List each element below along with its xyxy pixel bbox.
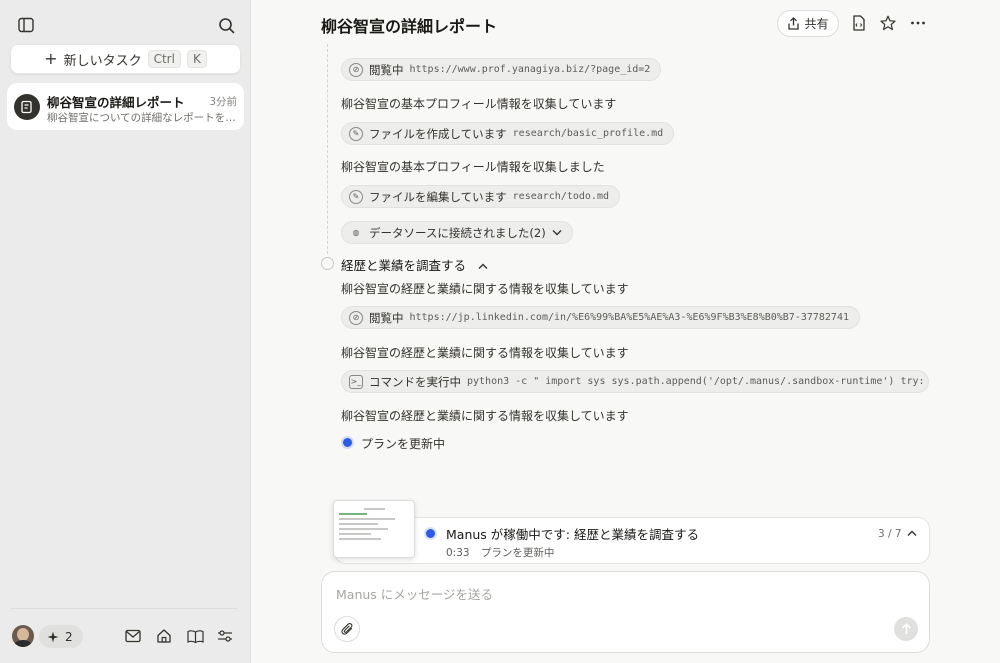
file-action: ファイルを作成しています	[369, 126, 507, 141]
task-title: 柳谷智宣の詳細レポート	[47, 95, 185, 110]
chevron-up-icon	[478, 263, 488, 269]
terminal-icon: >_	[349, 374, 363, 389]
mail-icon[interactable]	[122, 625, 144, 647]
active-status-dot	[343, 438, 352, 447]
browse-url: https://www.prof.yanagiya.biz/?page_id=2	[409, 64, 651, 75]
progress-line: 柳谷智宣の基本プロフィール情報を収集しています	[341, 97, 617, 111]
search-icon[interactable]	[214, 13, 238, 37]
browse-action-pill[interactable]: ⊘ 閲覧中 https://www.prof.yanagiya.biz/?pag…	[341, 58, 662, 81]
chevron-down-icon	[552, 230, 562, 236]
plus-icon: +	[44, 49, 58, 68]
shortcut-ctrl: Ctrl	[147, 50, 181, 68]
task-icon	[14, 94, 40, 120]
send-button[interactable]	[894, 617, 918, 641]
attach-button[interactable]	[334, 616, 360, 642]
progress-line: 柳谷智宣の経歴と業績に関する情報を収集しています	[341, 409, 629, 423]
task-subtitle: 柳谷智宣についての詳細なレポートを作...	[47, 112, 237, 124]
file-action-pill[interactable]: ✎ ファイルを編集しています research/todo.md	[341, 185, 620, 208]
book-icon[interactable]	[184, 625, 206, 647]
datasource-pill[interactable]: ◍ データソースに接続されました(2)	[341, 221, 573, 244]
settings-sliders-icon[interactable]	[214, 625, 236, 647]
home-icon[interactable]	[153, 625, 175, 647]
avatar[interactable]	[12, 625, 34, 647]
star-icon[interactable]	[877, 12, 899, 34]
message-composer	[321, 571, 930, 653]
file-path: research/todo.md	[512, 191, 609, 202]
step-header[interactable]: 経歴と業績を調査する	[341, 255, 488, 274]
elapsed-time: 0:33	[446, 547, 470, 559]
browse-action: 閲覧中	[369, 310, 404, 325]
status-subline: 0:33 プランを更新中	[446, 545, 554, 560]
progress-line: 柳谷智宣の経歴と業績に関する情報を収集しています	[341, 346, 629, 360]
chevron-up-icon[interactable]	[907, 530, 917, 537]
arrow-up-icon	[901, 623, 911, 634]
step-counter: 3 / 7	[878, 528, 902, 540]
step-timeline	[327, 44, 328, 254]
main-panel: 柳谷智宣の詳細レポート 共有 ⊘ 閲覧中 https://www.prof.ya…	[251, 0, 1000, 663]
compass-icon: ⊘	[349, 62, 363, 77]
share-label: 共有	[804, 17, 829, 31]
sparkle-icon	[47, 631, 59, 642]
shortcut-key: K	[186, 50, 207, 68]
status-title: Manus が稼働中です: 経歴と業績を調査する	[446, 527, 699, 542]
file-path: research/basic_profile.md	[512, 128, 664, 139]
datasource-icon: ◍	[352, 228, 360, 237]
edit-icon: ✎	[349, 189, 363, 204]
document-icon[interactable]	[847, 12, 869, 34]
status-sub: プランを更新中	[480, 547, 555, 559]
progress-line: 柳谷智宣の基本プロフィール情報を収集しました	[341, 160, 605, 174]
file-action: ファイルを編集しています	[369, 189, 507, 204]
command-action-pill[interactable]: >_ コマンドを実行中 python3 -c " import sys sys.…	[341, 370, 929, 393]
command-text: python3 -c " import sys sys.path.append(…	[467, 376, 929, 387]
computer-preview-thumbnail[interactable]	[333, 500, 415, 558]
file-action-pill[interactable]: ✎ ファイルを作成しています research/basic_profile.md	[341, 122, 675, 145]
credits-badge[interactable]: 2	[39, 625, 83, 648]
browse-url: https://jp.linkedin.com/in/%E6%99%BA%E5%…	[409, 312, 850, 323]
paperclip-icon	[340, 622, 352, 635]
datasource-label: データソースに接続されました(2)	[369, 225, 546, 240]
message-input[interactable]	[336, 584, 896, 604]
command-action: コマンドを実行中	[369, 374, 461, 389]
progress-line: 柳谷智宣の経歴と業績に関する情報を収集しています	[341, 282, 629, 296]
step-status-circle	[321, 257, 334, 270]
task-time: 3分前	[209, 96, 237, 108]
share-icon	[788, 17, 800, 30]
updating-label: プランを更新中	[361, 437, 446, 451]
status-running-dot	[426, 529, 435, 538]
browse-action: 閲覧中	[369, 62, 404, 77]
new-task-label: 新しいタスク	[63, 53, 142, 69]
sidebar-divider	[10, 608, 238, 609]
sidebar: + 新しいタスク Ctrl K 柳谷智宣の詳細レポート 3分前 柳谷智宣について…	[0, 0, 251, 663]
edit-icon: ✎	[349, 126, 363, 141]
sidebar-toggle-icon[interactable]	[14, 13, 38, 37]
page-title: 柳谷智宣の詳細レポート	[321, 17, 498, 36]
task-list-item[interactable]: 柳谷智宣の詳細レポート 3分前 柳谷智宣についての詳細なレポートを作...	[7, 83, 244, 130]
more-icon[interactable]	[907, 12, 929, 34]
browse-action-pill[interactable]: ⊘ 閲覧中 https://jp.linkedin.com/in/%E6%99%…	[341, 306, 860, 329]
compass-icon: ⊘	[349, 310, 363, 325]
step-label: 経歴と業績を調査する	[341, 258, 467, 273]
credits-count: 2	[65, 629, 73, 644]
share-button[interactable]: 共有	[777, 10, 839, 37]
new-task-button[interactable]: + 新しいタスク Ctrl K	[10, 44, 241, 74]
